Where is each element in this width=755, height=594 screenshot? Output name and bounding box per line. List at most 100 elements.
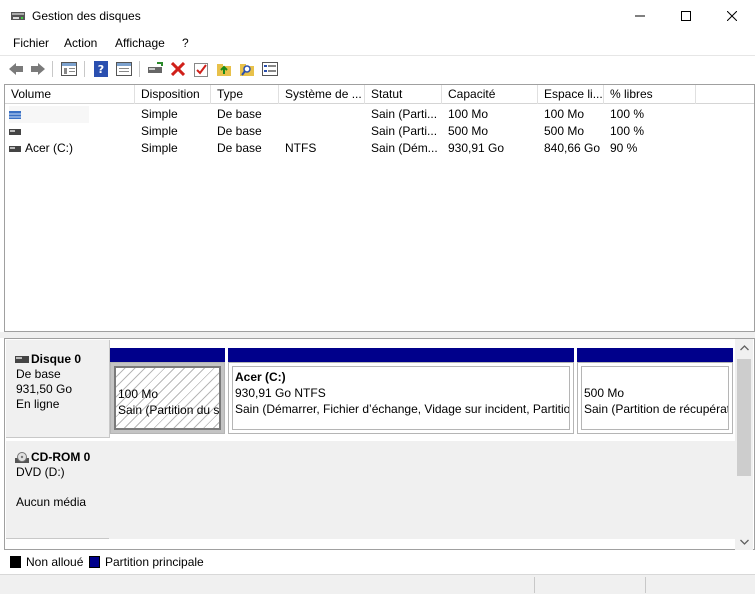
volume-row[interactable]: Acer (C:) Simple De base NTFS Sain (Dém.… <box>5 140 754 157</box>
cdrom-0-media: Aucun média <box>16 495 87 509</box>
volume-row[interactable]: Simple De base Sain (Parti... 500 Mo 500… <box>5 123 754 140</box>
disk-icon <box>15 356 29 364</box>
col-header-filesystem[interactable]: Système de ... <box>279 85 365 104</box>
folder-up-icon <box>217 64 231 76</box>
partition-efi-size: 100 Mo <box>118 387 159 401</box>
status-cell: Sain (Parti... <box>371 124 438 138</box>
forward-button[interactable] <box>28 59 48 79</box>
forward-arrow-icon <box>31 63 45 75</box>
disk-management-app-icon <box>11 12 25 20</box>
scroll-thumb[interactable] <box>737 359 751 476</box>
free-space-cell: 100 Mo <box>544 107 585 121</box>
disk-map: Disque 0 De base 931,50 Go En ligne 100 … <box>4 338 755 550</box>
console-tree-icon <box>61 62 77 76</box>
percent-free-cell: 100 % <box>610 124 645 138</box>
partition-header-recovery <box>577 348 733 362</box>
connect-disk-button[interactable] <box>145 59 165 79</box>
disk-0-title: Disque 0 <box>15 352 109 367</box>
partition-efi-status: Sain (Partition du système EFI) <box>118 403 220 417</box>
percent-free-cell: 100 % <box>610 107 645 121</box>
cdrom-0-empty-area[interactable] <box>109 441 735 539</box>
delete-icon <box>171 62 185 76</box>
capacity-cell: 100 Mo <box>448 107 489 121</box>
svg-text:?: ? <box>98 63 104 76</box>
volume-icon <box>9 128 21 135</box>
menu-affichage[interactable]: Affichage <box>115 36 165 50</box>
col-header-type[interactable]: Type <box>211 85 279 104</box>
scroll-down-button[interactable] <box>735 533 753 550</box>
partition-c-size: 930,91 Go NTFS <box>235 386 326 400</box>
type-cell: De base <box>217 124 262 138</box>
status-panel-divider <box>645 577 646 593</box>
properties-icon <box>116 62 132 76</box>
legend-label-primary: Partition principale <box>105 555 204 569</box>
partition-efi-content: 100 Mo Sain (Partition du système EFI) <box>114 366 221 430</box>
filesystem-cell: NTFS <box>285 141 317 155</box>
menu-action[interactable]: Action <box>64 36 97 50</box>
minimize-button[interactable] <box>617 0 663 32</box>
free-space-cell: 500 Mo <box>544 124 585 138</box>
volume-name-cell <box>9 123 89 140</box>
partition-c[interactable]: Acer (C:) 930,91 Go NTFS Sain (Démarrer,… <box>228 362 574 434</box>
col-header-percent-free[interactable]: % libres <box>604 85 696 104</box>
menu-help[interactable]: ? <box>182 36 189 50</box>
chevron-up-icon <box>739 344 749 350</box>
maximize-button[interactable] <box>663 0 709 32</box>
list-view-button[interactable] <box>260 59 280 79</box>
legend-swatch-primary <box>89 556 100 568</box>
cdrom-0-title: CD-ROM 0 <box>15 450 109 465</box>
close-icon <box>727 11 737 21</box>
partition-efi[interactable]: 100 Mo Sain (Partition du système EFI) <box>110 362 225 434</box>
minimize-icon <box>635 15 645 17</box>
status-cell: Sain (Dém... <box>371 141 438 155</box>
volume-icon <box>9 145 21 152</box>
console-tree-button[interactable] <box>59 59 79 79</box>
window-title: Gestion des disques <box>32 9 141 23</box>
disposition-cell: Simple <box>141 141 178 155</box>
partition-c-title: Acer (C:) <box>235 370 286 384</box>
free-space-cell: 840,66 Go <box>544 141 601 155</box>
col-header-status[interactable]: Statut <box>365 85 442 104</box>
partition-recovery-status: Sain (Partition de récupération) <box>584 402 729 416</box>
folder-up-button[interactable] <box>214 59 234 79</box>
legend: Non alloué Partition principale <box>4 552 755 572</box>
toolbar: ? <box>0 55 755 81</box>
legend-label-unallocated: Non alloué <box>26 555 84 569</box>
scroll-up-button[interactable] <box>735 339 753 356</box>
cdrom-0-label[interactable]: CD-ROM 0 DVD (D:) Aucun média <box>6 441 110 539</box>
back-button[interactable] <box>6 59 26 79</box>
disk-0-type: De base <box>16 367 61 381</box>
partition-recovery-size: 500 Mo <box>584 386 625 400</box>
help-button[interactable]: ? <box>91 59 111 79</box>
delete-button[interactable] <box>168 59 188 79</box>
col-header-volume[interactable]: Volume <box>5 85 135 104</box>
disk-map-scrollbar[interactable] <box>735 339 753 550</box>
partition-recovery[interactable]: 500 Mo Sain (Partition de récupération) <box>577 362 733 434</box>
chevron-down-icon <box>739 539 749 545</box>
disposition-cell: Simple <box>141 124 178 138</box>
legend-swatch-unallocated <box>10 556 21 568</box>
list-view-icon <box>262 62 278 76</box>
col-header-free-space[interactable]: Espace li... <box>538 85 604 104</box>
properties-button[interactable] <box>114 59 134 79</box>
close-button[interactable] <box>709 0 755 32</box>
capacity-cell: 930,91 Go <box>448 141 505 155</box>
col-header-capacity[interactable]: Capacité <box>442 85 538 104</box>
volume-name-cell <box>9 106 89 123</box>
volume-list[interactable]: Volume Disposition Type Système de ... S… <box>4 84 755 332</box>
search-folder-button[interactable] <box>237 59 257 79</box>
menu-fichier[interactable]: Fichier <box>13 36 49 50</box>
type-cell: De base <box>217 107 262 121</box>
capacity-cell: 500 Mo <box>448 124 489 138</box>
partition-header-c <box>228 348 574 362</box>
volume-name: Acer (C:) <box>25 141 73 155</box>
cdrom-0-spacer <box>16 480 109 495</box>
check-button[interactable] <box>191 59 211 79</box>
connect-disk-icon <box>148 62 163 73</box>
col-header-disposition[interactable]: Disposition <box>135 85 211 104</box>
toolbar-separator <box>52 61 53 77</box>
disk-0-label[interactable]: Disque 0 De base 931,50 Go En ligne <box>6 340 110 438</box>
cdrom-0-name: CD-ROM 0 <box>31 450 91 464</box>
cdrom-0-type: DVD (D:) <box>16 465 65 479</box>
volume-row[interactable]: Simple De base Sain (Parti... 100 Mo 100… <box>5 106 754 123</box>
